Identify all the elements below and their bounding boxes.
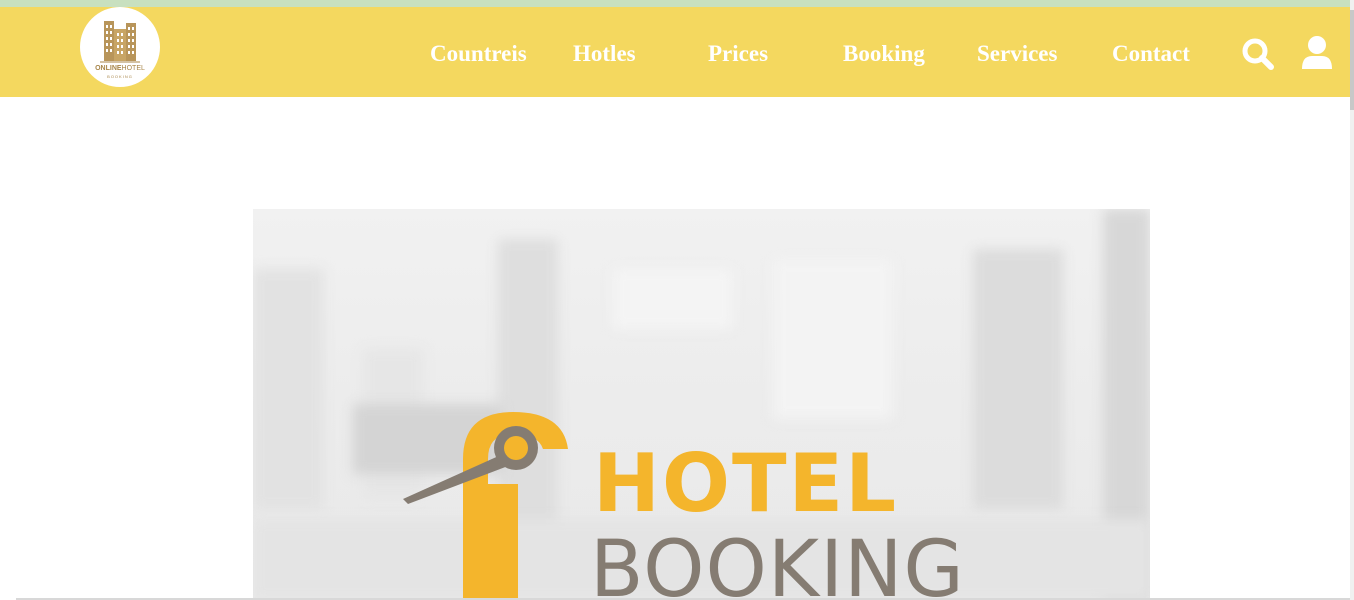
search-icon	[1242, 38, 1274, 70]
backdrop-shape	[253, 269, 323, 509]
backdrop-shape	[773, 259, 893, 419]
nav-link-hotels[interactable]: Hotles	[573, 41, 636, 67]
search-button[interactable]	[1240, 36, 1276, 76]
logo-sub-text: BOOKING	[107, 74, 133, 79]
site-logo[interactable]: ONLINEHOTEL BOOKING	[80, 7, 160, 87]
door-hanger-icon	[403, 412, 568, 600]
top-navbar: ONLINEHOTEL BOOKING Countreis Hotles Pri…	[0, 7, 1350, 97]
scrollbar-thumb[interactable]	[1350, 10, 1354, 110]
backdrop-shape	[613, 269, 733, 329]
nav-link-prices[interactable]: Prices	[708, 41, 768, 67]
nav-link-contact[interactable]: Contact	[1112, 41, 1190, 67]
hero-image: HOTEL BOOKING	[253, 209, 1150, 600]
backdrop-shape	[973, 249, 1063, 509]
nav-link-booking[interactable]: Booking	[843, 41, 925, 67]
logo-brand-text: ONLINEHOTEL	[95, 65, 145, 72]
hero-title-hotel: HOTEL	[593, 437, 899, 530]
user-account-button[interactable]	[1300, 35, 1334, 75]
nav-link-countries[interactable]: Countreis	[430, 41, 527, 67]
browser-top-strip	[0, 0, 1354, 7]
nav-link-services[interactable]: Services	[977, 41, 1057, 67]
hero-title-booking: BOOKING	[590, 525, 965, 600]
user-icon	[1302, 36, 1332, 69]
